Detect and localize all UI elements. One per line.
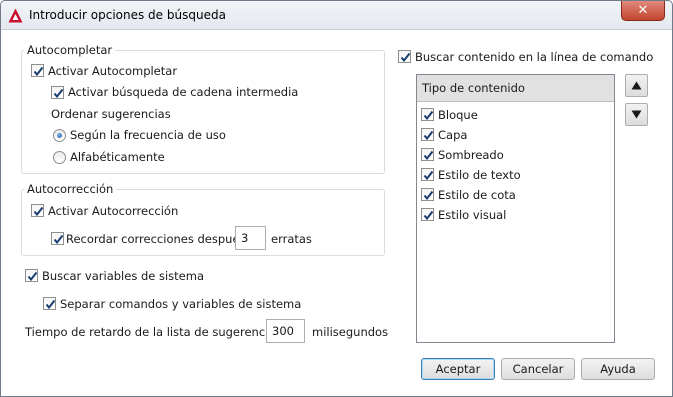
- erratas-input[interactable]: 3: [235, 226, 266, 250]
- dialog-window: Introducir opciones de búsqueda ✕ Autoco…: [0, 0, 673, 397]
- title-bar[interactable]: Introducir opciones de búsqueda ✕: [1, 1, 672, 30]
- list-item-checkbox[interactable]: [421, 168, 434, 181]
- buscar-variables-label[interactable]: Buscar variables de sistema: [42, 269, 204, 283]
- checkmark-icon: [53, 234, 64, 245]
- orden-frecuencia-radio[interactable]: [53, 129, 66, 142]
- list-item-label[interactable]: Estilo de texto: [438, 168, 521, 182]
- checkmark-icon: [400, 52, 411, 63]
- radio-selected-dot: [57, 133, 62, 138]
- checkmark-icon: [53, 88, 64, 99]
- list-header-label: Tipo de contenido: [422, 81, 525, 95]
- activar-autocompletar-label[interactable]: Activar Autocompletar: [48, 64, 177, 78]
- list-item-checkbox[interactable]: [421, 208, 434, 221]
- checkmark-icon: [423, 210, 434, 221]
- cancelar-button[interactable]: Cancelar: [501, 358, 575, 380]
- orden-alfabetico-label[interactable]: Alfabéticamente: [70, 150, 165, 164]
- retardo-input[interactable]: 300: [266, 319, 305, 343]
- list-item-label[interactable]: Capa: [438, 128, 467, 142]
- cadena-intermedia-label[interactable]: Activar búsqueda de cadena intermedia: [68, 85, 298, 99]
- activar-autocorreccion-checkbox[interactable]: [31, 204, 44, 217]
- orden-alfabetico-radio[interactable]: [53, 151, 66, 164]
- list-item-checkbox[interactable]: [421, 108, 434, 121]
- retardo-unit: milisegundos: [312, 325, 389, 339]
- list-item-checkbox[interactable]: [421, 148, 434, 161]
- close-button[interactable]: ✕: [621, 1, 665, 21]
- arrow-down-icon: [631, 110, 642, 119]
- arrow-up-icon: [631, 81, 642, 90]
- checkmark-icon: [33, 66, 44, 77]
- list-item-checkbox[interactable]: [421, 128, 434, 141]
- checkmark-icon: [423, 190, 434, 201]
- list-header[interactable]: Tipo de contenido: [417, 75, 614, 102]
- checkmark-icon: [423, 150, 434, 161]
- erratas-suffix: erratas: [271, 232, 312, 246]
- checkmark-icon: [45, 299, 56, 310]
- tipo-contenido-list[interactable]: Tipo de contenido Bloque Capa Sombreado Est…: [416, 74, 615, 343]
- activar-autocorreccion-label[interactable]: Activar Autocorrección: [48, 204, 178, 218]
- autocad-logo-icon: [8, 8, 23, 23]
- autocorreccion-legend: Autocorrección: [24, 182, 117, 196]
- checkmark-icon: [423, 130, 434, 141]
- move-down-button[interactable]: [625, 103, 648, 126]
- buscar-contenido-checkbox[interactable]: [398, 50, 411, 63]
- ayuda-button[interactable]: Ayuda: [581, 358, 655, 380]
- activar-autocompletar-checkbox[interactable]: [31, 64, 44, 77]
- list-item-label[interactable]: Sombreado: [438, 148, 504, 162]
- separar-comandos-checkbox[interactable]: [43, 297, 56, 310]
- separar-comandos-label[interactable]: Separar comandos y variables de sistema: [60, 297, 301, 311]
- cadena-intermedia-checkbox[interactable]: [51, 86, 64, 99]
- close-icon: ✕: [637, 3, 649, 18]
- checkmark-icon: [423, 110, 434, 121]
- checkmark-icon: [423, 170, 434, 181]
- move-up-button[interactable]: [625, 74, 648, 97]
- list-item-label[interactable]: Estilo de cota: [438, 188, 516, 202]
- list-item-checkbox[interactable]: [421, 188, 434, 201]
- buscar-contenido-label[interactable]: Buscar contenido en la línea de comando: [415, 50, 653, 64]
- autocompletar-legend: Autocompletar: [24, 43, 116, 57]
- retardo-label: Tiempo de retardo de la lista de sugeren…: [25, 325, 282, 339]
- buscar-variables-checkbox[interactable]: [25, 269, 38, 282]
- list-item-label[interactable]: Bloque: [438, 108, 478, 122]
- window-title: Introducir opciones de búsqueda: [29, 8, 226, 22]
- recordar-correcciones-label[interactable]: Recordar correcciones después: [66, 232, 246, 246]
- checkmark-icon: [33, 206, 44, 217]
- aceptar-button[interactable]: Aceptar: [421, 358, 495, 380]
- recordar-correcciones-checkbox[interactable]: [51, 232, 64, 245]
- checkmark-icon: [27, 271, 38, 282]
- orden-frecuencia-label[interactable]: Según la frecuencia de uso: [70, 128, 226, 142]
- list-item-label[interactable]: Estilo visual: [438, 208, 506, 222]
- ordenar-sugerencias-label: Ordenar sugerencias: [51, 107, 171, 121]
